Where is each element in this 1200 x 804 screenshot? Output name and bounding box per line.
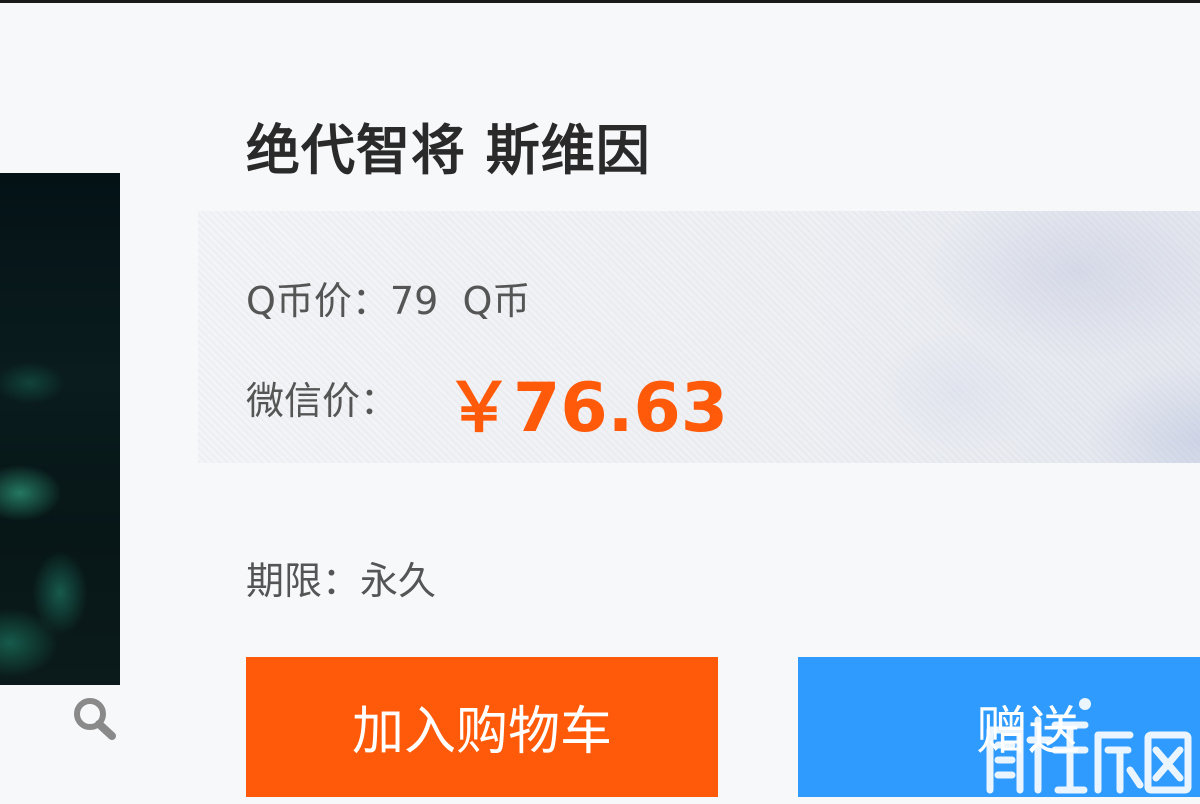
skin-preview-image[interactable] [0, 173, 120, 685]
q-price-row: Q币价：79 Q币 [246, 270, 530, 325]
wechat-price-value: ￥76.63 [445, 369, 729, 448]
duration-row: 期限：永久 [246, 550, 436, 605]
add-to-cart-button[interactable]: 加入购物车 [246, 657, 718, 797]
top-border [0, 0, 1200, 3]
q-price-label: Q币价： [246, 279, 390, 323]
magnifier-icon[interactable] [68, 693, 124, 743]
q-price-unit: Q币 [462, 279, 531, 323]
product-title: 绝代智将 斯维因 [246, 119, 651, 182]
q-price-value: 79 [389, 279, 439, 323]
wechat-price-label: 微信价： [246, 379, 399, 423]
site-watermark-logo [980, 690, 1200, 800]
duration-label: 期限： [246, 559, 361, 603]
duration-value: 永久 [360, 559, 437, 603]
